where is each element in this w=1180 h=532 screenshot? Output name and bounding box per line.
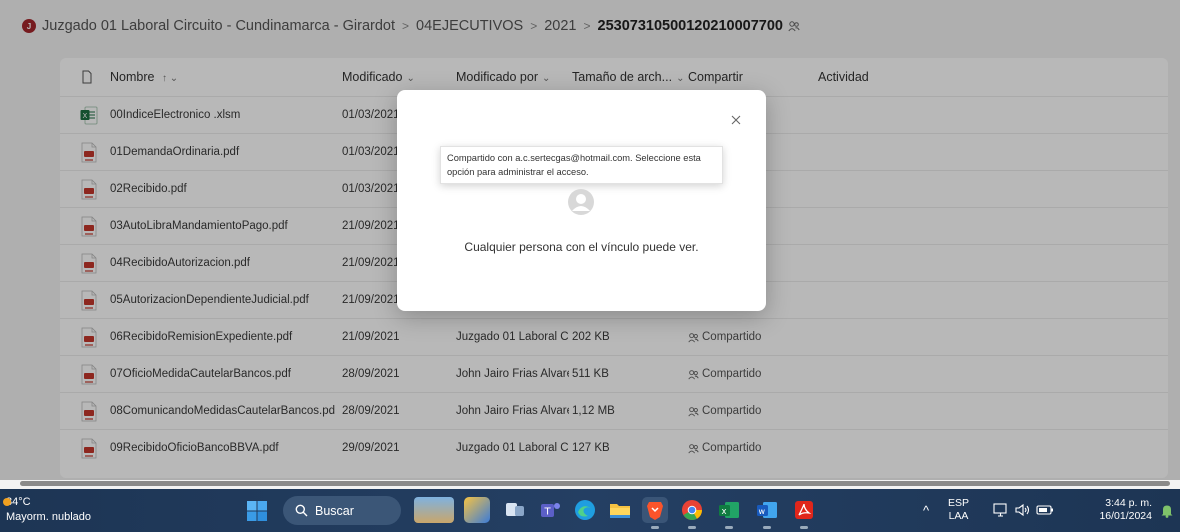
acrobat-app-icon[interactable] — [791, 497, 817, 529]
teams-icon[interactable]: T — [537, 497, 563, 523]
search-icon — [295, 504, 308, 517]
windows-start-icon[interactable] — [246, 500, 268, 522]
news-widget-icon[interactable] — [414, 497, 454, 523]
svg-text:w: w — [759, 507, 766, 516]
link-permission-text[interactable]: Cualquier persona con el vínculo puede v… — [397, 240, 766, 254]
svg-text:x: x — [722, 507, 727, 517]
weather-description: Mayorm. nublado — [6, 511, 91, 523]
word-app-icon[interactable]: w — [754, 497, 780, 529]
game-app-icon[interactable] — [464, 497, 490, 523]
volume-icon[interactable] — [1014, 503, 1032, 517]
network-icon[interactable] — [993, 503, 1009, 517]
close-icon[interactable] — [728, 112, 744, 128]
weather-temperature: 34°C — [6, 496, 31, 508]
edge-browser-icon[interactable] — [572, 497, 598, 523]
task-view-icon[interactable] — [502, 497, 528, 523]
svg-text:T: T — [544, 507, 552, 518]
excel-app-icon[interactable]: x — [716, 497, 742, 529]
notification-bell-icon[interactable] — [1160, 503, 1174, 518]
weather-sun-icon — [3, 498, 11, 506]
system-clock[interactable]: 3:44 p. m. 16/01/2024 — [1092, 497, 1152, 523]
search-label: Buscar — [315, 503, 354, 518]
sharing-dialog: Compartido con a.c.sertecgas@hotmail.com… — [397, 90, 766, 311]
battery-icon[interactable] — [1036, 504, 1054, 516]
file-explorer-icon[interactable] — [607, 497, 633, 523]
taskbar-search-box[interactable]: Buscar — [283, 496, 401, 525]
brave-browser-icon[interactable] — [642, 497, 668, 529]
weather-widget[interactable]: 34°C Mayorm. nublado — [3, 495, 91, 525]
horizontal-scrollbar[interactable] — [20, 481, 1170, 486]
tray-overflow-chevron[interactable]: ^ — [923, 489, 929, 532]
windows-taskbar: 34°C Mayorm. nublado Buscar T x w ^ ESP … — [0, 489, 1180, 532]
shared-with-tooltip: Compartido con a.c.sertecgas@hotmail.com… — [440, 146, 723, 184]
avatar[interactable] — [567, 188, 595, 216]
language-indicator[interactable]: ESP LAA — [948, 497, 969, 523]
chrome-browser-icon[interactable] — [679, 497, 705, 529]
